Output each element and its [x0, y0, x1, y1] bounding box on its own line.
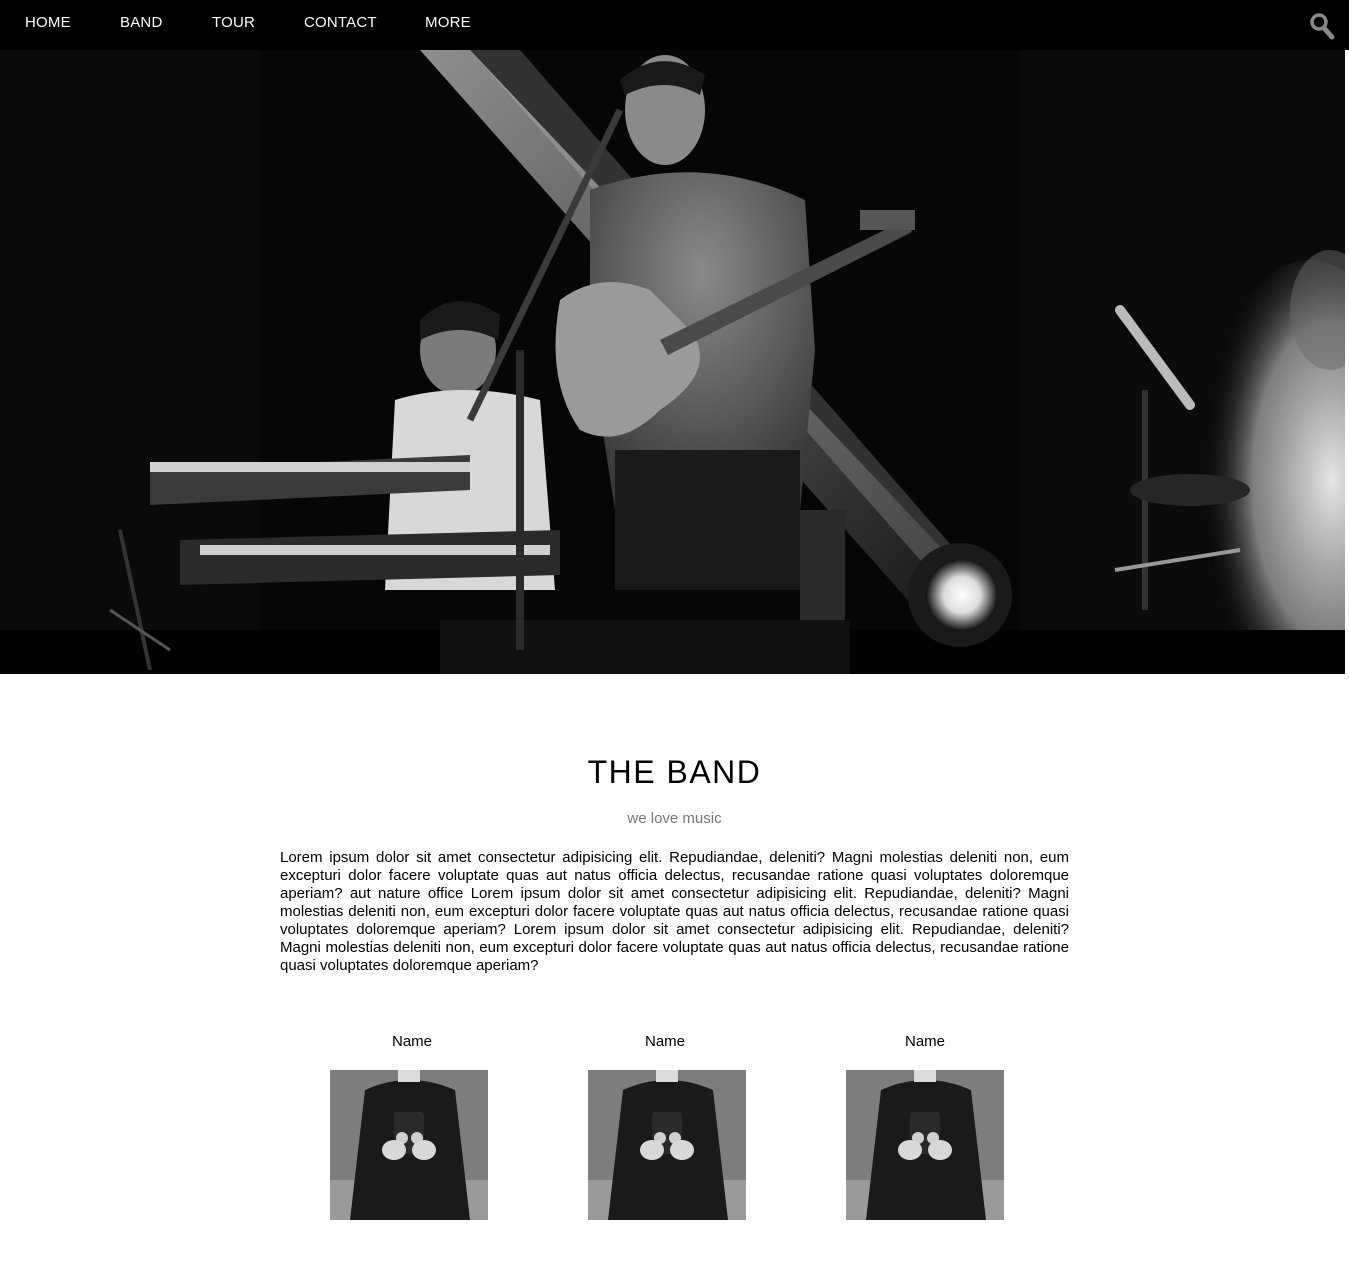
- nav-item-contact[interactable]: CONTACT: [304, 14, 377, 32]
- member-name-1: Name: [391, 1033, 432, 1050]
- search-icon[interactable]: [1309, 12, 1335, 40]
- member-photo-1[interactable]: [330, 1070, 488, 1220]
- member-name-2: Name: [644, 1033, 685, 1050]
- member-name-3: Name: [904, 1033, 945, 1050]
- band-description: Lorem ipsum dolor sit amet consectetur a…: [280, 849, 1069, 974]
- nav-item-tour[interactable]: TOUR: [212, 14, 255, 32]
- band-section-title: THE BAND: [587, 754, 762, 790]
- nav-item-more[interactable]: MORE: [425, 14, 471, 32]
- member-photo-2[interactable]: [588, 1070, 746, 1220]
- hero-image: [0, 50, 1345, 674]
- top-navigation-bar: HOME BAND TOUR CONTACT MORE: [0, 0, 1349, 50]
- member-photo-3[interactable]: [846, 1070, 1004, 1220]
- nav-item-home[interactable]: HOME: [25, 14, 71, 32]
- nav-item-band[interactable]: BAND: [120, 14, 162, 32]
- band-tagline: we love music: [627, 810, 722, 827]
